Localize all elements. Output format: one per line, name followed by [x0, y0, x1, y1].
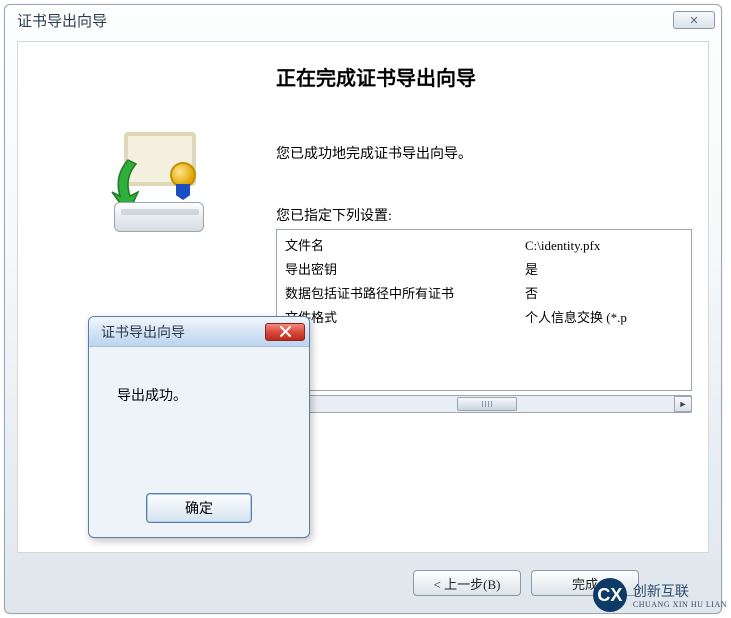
wizard-title: 证书导出向导	[17, 10, 107, 31]
settings-row: 文件格式 个人信息交换 (*.p	[285, 306, 683, 330]
settings-value: 个人信息交换 (*.p	[525, 306, 683, 330]
message-footer: 确定	[89, 493, 309, 523]
certificate-export-icon	[90, 132, 225, 252]
settings-key: 文件名	[285, 234, 525, 258]
wizard-content: 正在完成证书导出向导 您已成功地完成证书导出向导。 您已指定下列设置: 文件名 …	[276, 62, 692, 536]
back-button[interactable]: < 上一步(B)	[413, 570, 521, 596]
logo-text: 创新互联	[633, 581, 727, 601]
scroll-right-button[interactable]: ►	[674, 396, 692, 412]
settings-value: C:\identity.pfx	[525, 234, 683, 258]
settings-label: 您已指定下列设置:	[276, 205, 692, 225]
message-close-button[interactable]	[265, 323, 305, 341]
message-title: 证书导出向导	[101, 322, 185, 342]
wizard-close-button[interactable]: ✕	[673, 11, 715, 29]
logo-subtext: CHUANG XIN HU LIAN	[633, 601, 727, 609]
scrollbar-thumb[interactable]	[457, 397, 517, 411]
message-dialog: 证书导出向导 导出成功。 确定	[88, 316, 310, 538]
horizontal-scrollbar[interactable]: ◄ ►	[276, 395, 692, 413]
ribbon-icon	[176, 184, 190, 200]
settings-key: 数据包括证书路径中所有证书	[285, 282, 525, 306]
settings-value: 否	[525, 282, 683, 306]
drive-icon	[114, 202, 204, 232]
message-titlebar: 证书导出向导	[89, 317, 309, 347]
settings-listbox[interactable]: 文件名 C:\identity.pfx 导出密钥 是 数据包括证书路径中所有证书…	[276, 229, 692, 391]
settings-row: 文件名 C:\identity.pfx	[285, 234, 683, 258]
settings-row: 导出密钥 是	[285, 258, 683, 282]
settings-key: 导出密钥	[285, 258, 525, 282]
message-text: 导出成功。	[89, 347, 309, 415]
wizard-titlebar: 证书导出向导 ✕	[5, 5, 721, 35]
settings-key: 文件格式	[285, 306, 525, 330]
settings-value: 是	[525, 258, 683, 282]
settings-row: 数据包括证书路径中所有证书 否	[285, 282, 683, 306]
close-icon	[280, 326, 291, 337]
logo-icon: CX	[593, 578, 627, 612]
wizard-success-text: 您已成功地完成证书导出向导。	[276, 143, 692, 163]
logo: CX 创新互联 CHUANG XIN HU LIAN	[593, 578, 727, 612]
ok-button[interactable]: 确定	[146, 493, 252, 523]
close-icon: ✕	[689, 14, 698, 27]
wizard-heading: 正在完成证书导出向导	[276, 62, 692, 91]
